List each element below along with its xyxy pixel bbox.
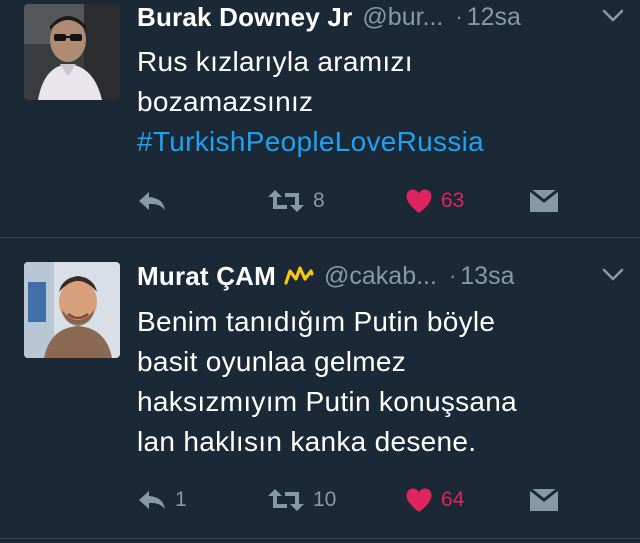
avatar[interactable] xyxy=(24,4,120,100)
hashtag-link[interactable]: #TurkishPeopleLoveRussia xyxy=(137,122,600,162)
like-button[interactable]: 63 xyxy=(405,186,464,216)
reply-icon xyxy=(139,192,165,210)
tweet-text-line: lan haklısın kanka desene. xyxy=(137,426,477,457)
retweet-button[interactable]: 8 xyxy=(267,186,325,216)
heart-icon xyxy=(406,189,432,213)
reply-count: 1 xyxy=(175,488,187,511)
user-handle[interactable]: @cakab... xyxy=(324,262,437,291)
tweet-text-line: basit oyunlaa gelmez xyxy=(137,346,407,377)
crown-icon xyxy=(284,266,314,285)
tweet-text: Benim tanıdığım Putin böyle basit oyunla… xyxy=(137,302,600,462)
avatar[interactable] xyxy=(24,262,120,358)
direct-message-button[interactable] xyxy=(529,186,559,216)
tweet-text-line: Rus kızlarıyla aramızı xyxy=(137,46,413,77)
display-name[interactable]: Murat ÇAM xyxy=(137,261,276,292)
envelope-icon xyxy=(529,189,559,212)
tweet-header: Burak Downey Jr @bur... · 12sa xyxy=(137,0,624,34)
retweet-count: 8 xyxy=(313,189,325,212)
tweet-actions: 8 63 xyxy=(137,186,617,216)
direct-message-button[interactable] xyxy=(529,485,559,515)
envelope-icon xyxy=(529,488,559,511)
chevron-down-icon[interactable] xyxy=(602,9,624,23)
timestamp[interactable]: 13sa xyxy=(460,262,514,291)
retweet-icon xyxy=(268,489,304,511)
timestamp[interactable]: 12sa xyxy=(467,3,521,32)
timeline-feed: Burak Downey Jr @bur... · 12sa Rus kızla… xyxy=(0,0,640,543)
reply-button[interactable] xyxy=(137,186,167,216)
like-count: 64 xyxy=(441,488,465,511)
tweet-item[interactable]: Burak Downey Jr @bur... · 12sa Rus kızla… xyxy=(0,0,640,237)
tweet-divider xyxy=(0,538,640,539)
like-button[interactable]: 64 xyxy=(405,485,464,515)
tweet-text-line: bozamazsınız xyxy=(137,86,314,117)
reply-button[interactable]: 1 xyxy=(137,485,187,515)
tweet-text-line: haksızmıyım Putin konuşsana xyxy=(137,386,518,417)
separator-dot: · xyxy=(448,263,457,288)
separator-dot: · xyxy=(455,4,463,29)
retweet-button[interactable]: 10 xyxy=(267,485,336,515)
user-handle[interactable]: @bur... xyxy=(362,3,443,32)
display-name[interactable]: Burak Downey Jr xyxy=(137,2,352,33)
tweet-text: Rus kızlarıyla aramızı bozamazsınız #Tur… xyxy=(137,42,600,162)
like-count: 63 xyxy=(441,189,465,212)
chevron-down-icon[interactable] xyxy=(602,268,624,282)
heart-icon xyxy=(406,488,432,512)
retweet-count: 10 xyxy=(313,488,337,511)
tweet-item[interactable]: Murat ÇAM @cakab... · 13sa Benim tanıdığ… xyxy=(0,238,640,536)
tweet-actions: 1 10 64 xyxy=(137,485,617,515)
tweet-text-line: Benim tanıdığım Putin böyle xyxy=(137,306,496,337)
reply-icon xyxy=(139,491,165,509)
retweet-icon xyxy=(268,190,304,212)
tweet-header: Murat ÇAM @cakab... · 13sa xyxy=(137,259,624,293)
